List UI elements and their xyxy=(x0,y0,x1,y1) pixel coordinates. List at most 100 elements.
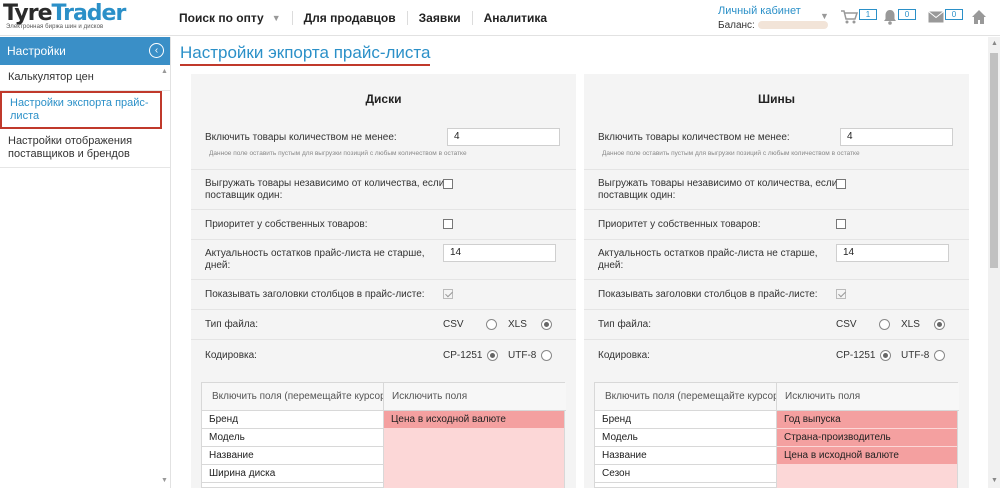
include-fields-header: Включить поля (перемещайте курсором) xyxy=(202,383,384,411)
file-csv-radio[interactable] xyxy=(879,319,890,330)
nav-label: Поиск по опту xyxy=(179,11,264,25)
sidebar-item-export-settings[interactable]: Настройки экспорта прайс-листа xyxy=(0,91,162,129)
list-item[interactable]: Модель xyxy=(595,429,776,447)
enc-utf8-radio[interactable] xyxy=(541,350,552,361)
priority-label: Приоритет у собственных товаров: xyxy=(205,219,368,230)
min-qty-label: Включить товары количеством не менее: xyxy=(205,132,397,143)
list-item[interactable]: Сезон xyxy=(595,465,776,483)
freshness-input[interactable]: 14 xyxy=(443,244,556,262)
list-item[interactable]: Страна-производитель xyxy=(777,429,957,447)
headers-checkbox[interactable] xyxy=(443,289,453,299)
headers-checkbox[interactable] xyxy=(836,289,846,299)
nav-wholesale-search[interactable]: Поиск по опту ▼ xyxy=(168,11,293,25)
include-fields-list[interactable]: Бренд Модель Название Сезон xyxy=(595,411,777,488)
account-link[interactable]: Личный кабинет xyxy=(718,5,818,17)
nav-analytics[interactable]: Аналитика xyxy=(473,11,559,25)
chevron-left-icon[interactable]: ‹ xyxy=(149,43,164,58)
home-icon xyxy=(972,10,986,24)
list-item[interactable]: Ширина диска xyxy=(202,465,383,483)
nav-label: Для продавцов xyxy=(303,11,396,25)
panel-title: Диски xyxy=(365,92,402,106)
freshness-input[interactable]: 14 xyxy=(836,244,949,262)
balance: Баланс: xyxy=(718,20,828,31)
cart-button[interactable]: 1 xyxy=(840,9,877,27)
list-item[interactable]: Цена в исходной валюте xyxy=(384,411,564,429)
scroll-up-icon[interactable]: ▲ xyxy=(991,40,998,47)
list-item[interactable]: Модель xyxy=(202,429,383,447)
logo-part1: Tyre xyxy=(3,1,53,26)
min-qty-label: Включить товары количеством не менее: xyxy=(598,132,790,143)
priority-checkbox[interactable] xyxy=(836,219,846,229)
file-type-label: Тип файла: xyxy=(598,319,651,330)
chevron-down-icon: ▼ xyxy=(271,13,281,23)
file-csv-label: CSV xyxy=(443,319,464,330)
list-item[interactable]: Бренд xyxy=(595,411,776,429)
bell-icon xyxy=(884,10,896,25)
fields-selector: Включить поля (перемещайте курсором) Иск… xyxy=(201,382,566,488)
file-csv-label: CSV xyxy=(836,319,857,330)
headers-label: Показывать заголовки столбцов в прайс-ли… xyxy=(205,289,425,300)
enc-utf8-label: UTF-8 xyxy=(901,350,930,361)
sidebar-scroll-up-icon[interactable]: ▲ xyxy=(161,68,168,75)
balance-value-hidden xyxy=(757,21,828,30)
include-fields-list[interactable]: Бренд Модель Название Ширина диска xyxy=(202,411,384,488)
nav-label: Аналитика xyxy=(483,11,548,25)
cart-icon xyxy=(841,10,858,24)
min-qty-hint: Данное поле оставить пустым для выгрузки… xyxy=(602,150,860,157)
enc-cp1251-radio[interactable] xyxy=(487,350,498,361)
exclude-fields-header: Исключить поля xyxy=(777,383,959,411)
enc-cp1251-label: CP-1251 xyxy=(836,350,876,361)
file-type-label: Тип файла: xyxy=(205,319,258,330)
nav-label: Заявки xyxy=(418,11,461,25)
enc-cp1251-radio[interactable] xyxy=(880,350,891,361)
row-freshness: Актуальность остатков прайс-листа не ста… xyxy=(191,240,576,280)
row-encoding: Кодировка: CP-1251 UTF-8 xyxy=(584,340,969,372)
scroll-down-icon[interactable]: ▼ xyxy=(991,477,998,484)
account-block: Личный кабинет Баланс: xyxy=(718,5,828,32)
row-min-qty: Включить товары количеством не менее: 4 … xyxy=(584,124,969,170)
list-item[interactable]: Название xyxy=(595,447,776,465)
row-file-type: Тип файла: CSV XLS xyxy=(191,310,576,340)
row-file-type: Тип файла: CSV XLS xyxy=(584,310,969,340)
sidebar-item-display-settings[interactable]: Настройки отображения поставщиков и брен… xyxy=(0,129,170,168)
home-button[interactable] xyxy=(971,9,987,27)
min-qty-input[interactable]: 4 xyxy=(840,128,953,146)
top-nav: Поиск по опту ▼ Для продавцов Заявки Ана… xyxy=(168,0,558,36)
nav-for-sellers[interactable]: Для продавцов xyxy=(293,11,408,25)
min-qty-input[interactable]: 4 xyxy=(447,128,560,146)
sidebar-scroll-down-icon[interactable]: ▼ xyxy=(161,477,168,484)
ignore-qty-label: Выгружать товары независимо от количеств… xyxy=(598,178,838,201)
enc-cp1251-label: CP-1251 xyxy=(443,350,483,361)
file-xls-radio[interactable] xyxy=(934,319,945,330)
sidebar-item-price-calculator[interactable]: Калькулятор цен xyxy=(0,65,170,91)
logo[interactable]: TyreTrader Электронная биржа шин и диско… xyxy=(3,2,163,34)
file-csv-radio[interactable] xyxy=(486,319,497,330)
list-item[interactable]: Название xyxy=(202,447,383,465)
panel-title: Шины xyxy=(758,92,795,106)
list-item[interactable]: Цена в исходной валюте xyxy=(777,447,957,465)
exclude-fields-header: Исключить поля xyxy=(384,383,566,411)
exclude-fields-list[interactable]: Цена в исходной валюте xyxy=(384,411,564,488)
sidebar-item-label: Настройки экспорта прайс-листа xyxy=(10,97,149,122)
scroll-thumb[interactable] xyxy=(990,53,998,268)
page-scrollbar[interactable]: ▲ ▼ xyxy=(988,37,1000,488)
file-xls-radio[interactable] xyxy=(541,319,552,330)
account-chevron-down-icon[interactable]: ▼ xyxy=(820,11,829,21)
messages-count-badge: 0 xyxy=(945,9,963,20)
enc-utf8-label: UTF-8 xyxy=(508,350,537,361)
sidebar-title: Настройки xyxy=(7,44,66,58)
sidebar: Настройки ‹ Калькулятор цен Настройки эк… xyxy=(0,37,171,488)
freshness-label: Актуальность остатков прайс-листа не ста… xyxy=(598,248,818,271)
notifications-button[interactable]: 0 xyxy=(883,9,916,27)
ignore-qty-checkbox[interactable] xyxy=(836,179,846,189)
messages-button[interactable]: 0 xyxy=(928,9,963,27)
exclude-fields-list[interactable]: Год выпуска Страна-производитель Цена в … xyxy=(777,411,957,488)
nav-requests[interactable]: Заявки xyxy=(408,11,473,25)
ignore-qty-checkbox[interactable] xyxy=(443,179,453,189)
list-item[interactable]: Бренд xyxy=(202,411,383,429)
sidebar-item-label: Настройки отображения поставщиков и брен… xyxy=(8,135,133,160)
row-headers: Показывать заголовки столбцов в прайс-ли… xyxy=(191,280,576,310)
priority-checkbox[interactable] xyxy=(443,219,453,229)
enc-utf8-radio[interactable] xyxy=(934,350,945,361)
list-item[interactable]: Год выпуска xyxy=(777,411,957,429)
